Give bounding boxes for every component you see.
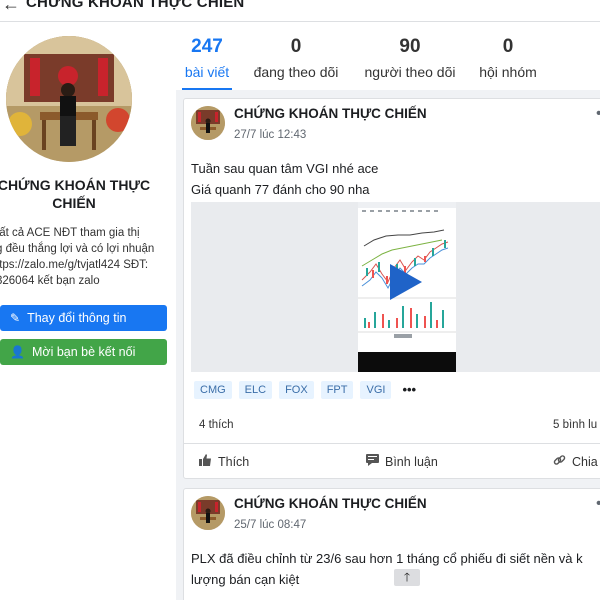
stat-value: 247 xyxy=(191,36,223,57)
stock-tag[interactable]: FPT xyxy=(320,381,354,399)
thumbs-up-icon xyxy=(199,454,212,469)
active-tab-indicator xyxy=(182,88,232,90)
stock-tag[interactable]: FOX xyxy=(279,381,314,399)
stock-tag[interactable]: ELC xyxy=(238,381,273,399)
profile-sidebar: CHỨNG KHOÁN THỰC CHIẾN tất cả ACE NĐT th… xyxy=(0,22,176,600)
post-time[interactable]: 27/7 lúc 12:43 xyxy=(234,129,306,141)
bio-line: ttps://zalo.me/g/tvjatl424 SĐT: xyxy=(0,259,149,271)
stat-value: 0 xyxy=(290,36,302,57)
author-avatar[interactable] xyxy=(191,496,225,530)
author-avatar[interactable] xyxy=(191,106,225,140)
edit-profile-label: Thay đổi thông tin xyxy=(27,311,127,325)
comment-count[interactable]: 5 bình lu xyxy=(553,419,597,431)
like-count[interactable]: 4 thích xyxy=(199,419,234,431)
like-button[interactable]: Thích xyxy=(199,454,249,469)
play-icon[interactable] xyxy=(388,262,424,302)
invite-friends-button[interactable]: 👤 Mời bạn bè kết nối xyxy=(0,339,167,365)
top-bar: ← CHỨNG KHOÁN THỰC CHIẾN xyxy=(0,0,600,22)
share-label: Chia xyxy=(572,455,598,469)
profile-stats: 247 bài viết 0 đang theo dõi 90 người th… xyxy=(176,22,600,90)
post-text: Tuần sau quan tâm VGI nhé ace Giá quanh … xyxy=(191,158,600,200)
stat-posts[interactable]: 247 bài viết xyxy=(182,36,232,90)
stat-label: bài viết xyxy=(184,64,230,80)
post-media[interactable] xyxy=(191,202,600,372)
stat-value: 0 xyxy=(502,36,514,57)
stat-value: 90 xyxy=(399,36,421,57)
comment-button[interactable]: Bình luận xyxy=(366,454,438,469)
edit-profile-button[interactable]: ✎ Thay đổi thông tin xyxy=(0,305,167,331)
profile-avatar[interactable] xyxy=(6,36,132,162)
post-line: PLX đã điều chỉnh từ 23/6 sau hơn 1 thán… xyxy=(191,551,583,566)
post-line: Tuần sau quan tâm VGI nhé ace xyxy=(191,161,379,176)
comment-label: Bình luận xyxy=(385,454,438,469)
stock-tag[interactable]: CMG xyxy=(194,381,232,399)
bio-line: g đều thắng lợi và có lợi nhuận xyxy=(0,243,155,255)
stock-tags: CMG ELC FOX FPT VGI ••• xyxy=(194,381,420,399)
more-tags-icon[interactable]: ••• xyxy=(398,381,420,399)
divider xyxy=(184,443,600,444)
more-options-icon[interactable]: • xyxy=(596,495,600,513)
stat-label: hội nhóm xyxy=(479,64,537,80)
stat-label: đang theo dõi xyxy=(253,64,339,80)
pencil-icon: ✎ xyxy=(10,311,21,325)
share-button[interactable]: Chia xyxy=(553,454,598,470)
back-arrow-icon[interactable]: ← xyxy=(2,0,20,15)
video-thumbnail[interactable] xyxy=(358,202,456,372)
add-user-icon: 👤 xyxy=(10,345,25,359)
post-card: CHỨNG KHOÁN THỰC CHIẾN 25/7 lúc 08:47 • … xyxy=(183,488,600,600)
more-options-icon[interactable]: • xyxy=(596,105,600,123)
post-card: CHỨNG KHOÁN THỰC CHIẾN 27/7 lúc 12:43 • … xyxy=(183,98,600,479)
stat-label: người theo dõi xyxy=(364,64,456,80)
profile-name: CHỨNG KHOÁN THỰC CHIẾN xyxy=(0,177,151,211)
invite-friends-label: Mời bạn bè kết nối xyxy=(31,345,136,359)
stock-tag[interactable]: VGI xyxy=(360,381,392,399)
post-line: Giá quanh 77 đánh cho 90 nha xyxy=(191,182,370,197)
scroll-to-top-icon[interactable]: 🡑 xyxy=(394,569,420,586)
video-bottom-bar xyxy=(358,352,456,372)
post-author[interactable]: CHỨNG KHOÁN THỰC CHIẾN xyxy=(234,496,427,511)
stat-following[interactable]: 0 đang theo dõi xyxy=(248,36,344,80)
page-title: CHỨNG KHOÁN THỰC CHIẾN xyxy=(26,0,245,11)
like-label: Thích xyxy=(218,454,250,469)
comment-icon xyxy=(366,454,379,469)
stat-followers[interactable]: 90 người theo dõi xyxy=(358,36,462,80)
post-time[interactable]: 25/7 lúc 08:47 xyxy=(234,519,306,531)
link-icon xyxy=(553,454,566,470)
bio-line: 326064 kết bạn zalo xyxy=(0,275,100,287)
bio-line: tất cả ACE NĐT tham gia thị xyxy=(0,227,140,239)
stat-groups[interactable]: 0 hội nhóm xyxy=(474,36,542,80)
profile-bio: tất cả ACE NĐT tham gia thị g đều thắng … xyxy=(0,225,168,289)
post-author[interactable]: CHỨNG KHOÁN THỰC CHIẾN xyxy=(234,106,427,121)
